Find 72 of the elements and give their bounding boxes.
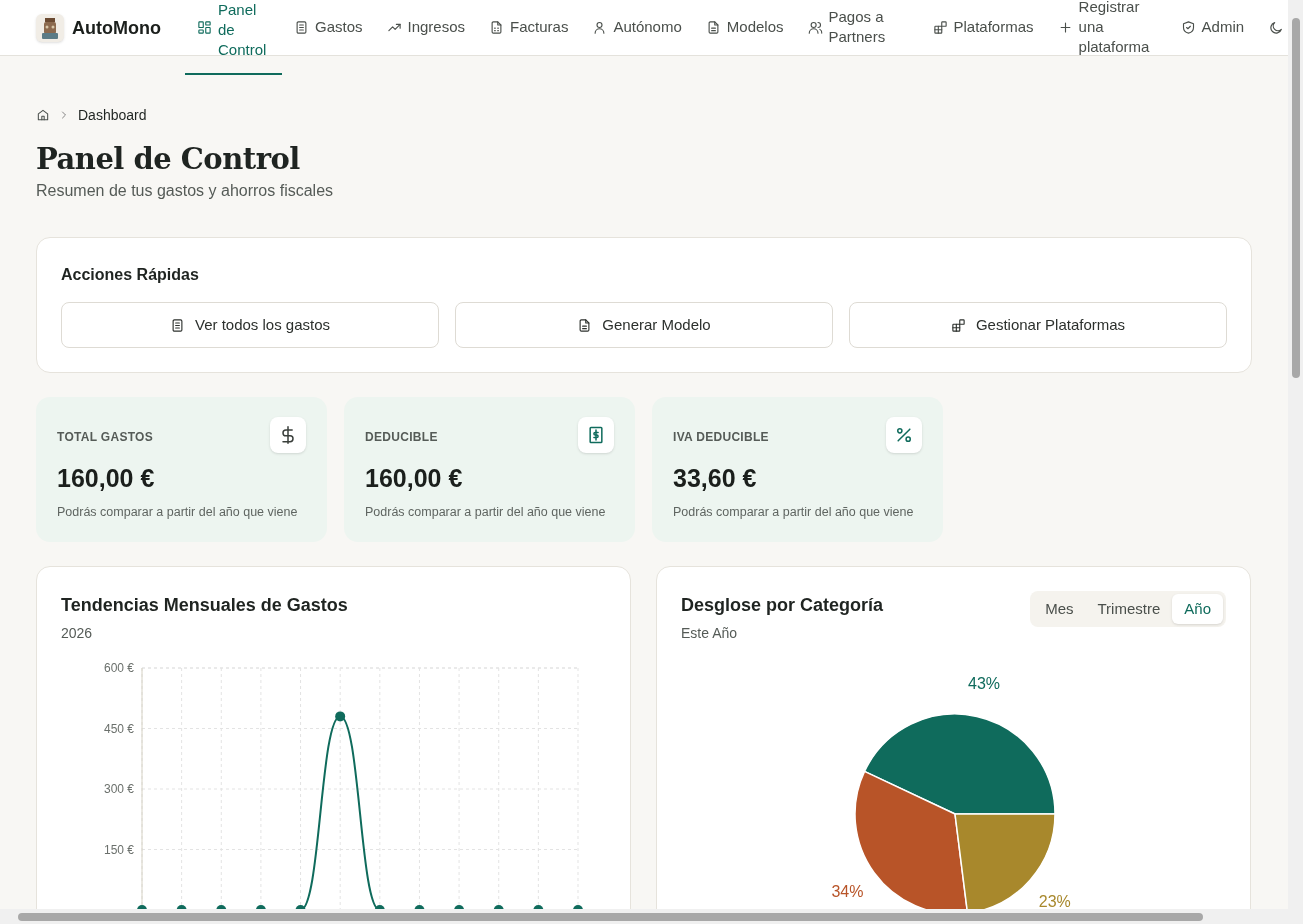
slice-label: 43% <box>968 675 1001 693</box>
document-icon <box>293 19 309 35</box>
blocks-icon <box>950 317 966 333</box>
nav-link[interactable]: Autónomo <box>580 0 694 56</box>
period-tab[interactable]: Trimestre <box>1085 594 1173 624</box>
card-title: Acciones Rápidas <box>61 265 200 285</box>
data-point <box>533 905 544 909</box>
stat-label: DEDUCIBLE <box>365 429 438 446</box>
data-point <box>176 905 187 909</box>
file-icon <box>577 317 593 333</box>
brand-name: AutoMono <box>72 16 161 40</box>
stat-label: IVA DEDUCIBLE <box>673 429 769 446</box>
axis-tick-label: 600 € <box>103 661 134 675</box>
home-link[interactable] <box>36 108 50 122</box>
nav-link[interactable]: Ingresos <box>374 0 478 56</box>
nav-link[interactable]: Pagos a Partners <box>795 0 921 56</box>
stat-note: Podrás comparar a partir del año que viene <box>673 504 915 521</box>
data-point <box>374 905 385 909</box>
axis-tick-label: 300 € <box>103 782 134 796</box>
nav-link[interactable]: Panel de Control <box>184 0 282 75</box>
breadcrumb-item: Dashboard <box>78 105 147 125</box>
banknote-icon <box>586 425 606 445</box>
nav-link[interactable]: Facturas <box>477 0 581 56</box>
document-icon <box>169 317 185 333</box>
data-point <box>414 905 425 909</box>
nav-link[interactable]: Registrar una plataforma <box>1045 0 1169 56</box>
horizontal-scrollbar[interactable] <box>0 909 1303 924</box>
data-point <box>295 905 306 909</box>
slice-label: 23% <box>1038 892 1071 909</box>
file-icon <box>705 19 721 35</box>
users-icon <box>807 19 823 35</box>
period-tab[interactable]: Mes <box>1033 594 1086 624</box>
stat-value: 33,60 € <box>673 463 758 493</box>
home-icon <box>36 108 50 122</box>
action-button[interactable]: Gestionar Plataformas <box>849 302 1227 348</box>
stat-note: Podrás comparar a partir del año que viene <box>365 504 607 521</box>
dashboard-icon <box>196 20 212 35</box>
invoice-icon <box>489 19 505 35</box>
chart-subtitle: 2026 <box>61 624 94 643</box>
chart-title: Desglose por Categoría <box>681 594 884 617</box>
period-tab[interactable]: Año <box>1172 594 1223 624</box>
data-point <box>335 711 346 722</box>
action-button[interactable]: Generar Modelo <box>455 302 833 348</box>
chart-subtitle: Este Año <box>681 624 739 643</box>
stat-value: 160,00 € <box>365 463 464 493</box>
stat-value: 160,00 € <box>57 463 156 493</box>
stat-label: TOTAL GASTOS <box>57 429 154 446</box>
data-point <box>493 905 504 909</box>
data-point <box>454 905 465 909</box>
shield-icon <box>1180 19 1196 35</box>
plus-icon <box>1057 19 1073 35</box>
nav-link[interactable]: Plataformas <box>920 0 1046 56</box>
moon-icon <box>1268 20 1285 36</box>
nav-link[interactable]: Admin <box>1168 0 1257 56</box>
stat-note: Podrás comparar a partir del año que viene <box>57 504 299 521</box>
logo-icon <box>36 14 64 42</box>
data-point <box>255 905 266 909</box>
nav-link[interactable]: Gastos <box>281 0 375 56</box>
data-point <box>216 905 227 909</box>
nav-link[interactable]: Modelos <box>693 0 796 56</box>
chart-title: Tendencias Mensuales de Gastos <box>61 594 349 617</box>
data-point <box>573 905 583 909</box>
axis-tick-label: 150 € <box>103 842 134 857</box>
slice-label: 34% <box>831 883 864 901</box>
data-point <box>137 905 147 909</box>
action-button[interactable]: Ver todos los gastos <box>61 302 439 348</box>
blocks-icon <box>932 19 948 35</box>
vertical-scrollbar[interactable] <box>1288 0 1303 909</box>
page-title: Panel de Control <box>36 141 301 177</box>
page-subtitle: Resumen de tus gastos y ahorros fiscales <box>36 181 335 201</box>
percent-icon <box>894 425 914 445</box>
axis-tick-label: 450 € <box>103 721 134 736</box>
